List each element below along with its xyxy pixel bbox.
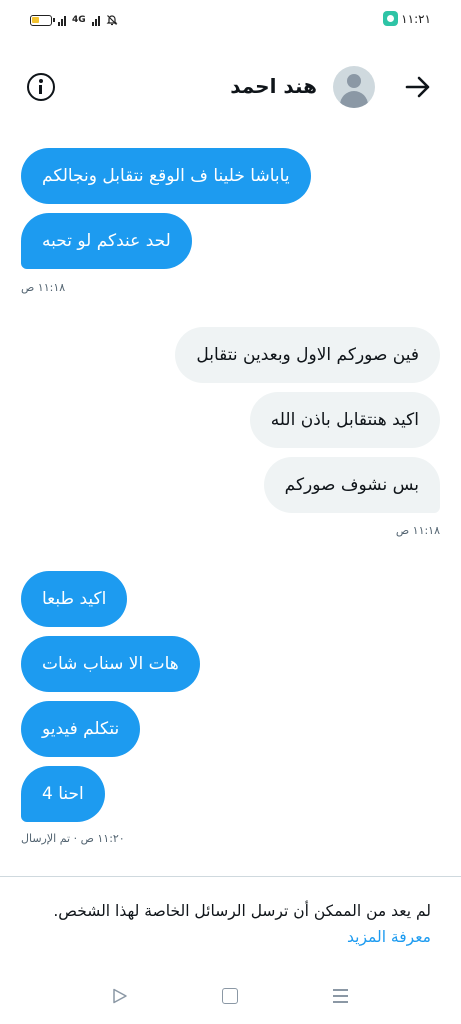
menu-lines-icon[interactable] bbox=[333, 988, 348, 1004]
message-bubble-sent[interactable]: هات الا سناب شات bbox=[21, 636, 200, 692]
message-bubble-received[interactable]: بس نشوف صوركم bbox=[263, 457, 440, 513]
message-timestamp: ١١:١٨ ص bbox=[395, 524, 440, 537]
message-timestamp: ١١:١٨ ص bbox=[21, 281, 66, 294]
message-bubble-sent[interactable]: نتكلم فيديو bbox=[21, 701, 141, 757]
message-bubble-received[interactable]: فين صوركم الاول وبعدين نتقابل bbox=[175, 327, 440, 383]
message-bubble-sent[interactable]: احنا 4 bbox=[21, 766, 105, 822]
message-bubble-sent[interactable]: لحد عندكم لو تحبه bbox=[21, 213, 192, 269]
signal-icon bbox=[58, 15, 66, 26]
message-timestamp-sent-status: ١١:٢٠ ص · تم الإرسال bbox=[21, 832, 125, 845]
message-bubble-received[interactable]: اكيد هنتقابل باذن الله bbox=[249, 392, 440, 448]
notification-app-icon bbox=[383, 11, 398, 26]
mute-bell-icon bbox=[106, 15, 118, 26]
status-icons: 4G bbox=[30, 12, 118, 28]
info-icon[interactable] bbox=[27, 73, 55, 101]
learn-more-link[interactable]: معرفة المزيد bbox=[347, 928, 431, 946]
triangle-back-icon[interactable] bbox=[112, 988, 128, 1004]
message-bubble-sent[interactable]: ياباشا خلينا ف الوقع نتقابل ونجالكم bbox=[21, 148, 311, 204]
arrow-right-icon[interactable] bbox=[405, 76, 431, 98]
signal-icon-2 bbox=[91, 15, 100, 26]
contact-name[interactable]: هند احمد bbox=[230, 74, 317, 98]
notice-text: لم يعد من الممكن أن ترسل الرسائل الخاصة … bbox=[53, 902, 431, 920]
network-type-label: 4G bbox=[72, 14, 86, 25]
square-home-icon[interactable] bbox=[222, 988, 238, 1004]
status-time: ١١:٢١ bbox=[401, 12, 431, 26]
divider bbox=[0, 876, 461, 877]
dm-disabled-notice: لم يعد من الممكن أن ترسل الرسائل الخاصة … bbox=[20, 898, 431, 950]
status-bar: 4G ١١:٢١ bbox=[0, 0, 461, 40]
message-bubble-sent[interactable]: اكيد طبعا bbox=[21, 571, 128, 627]
default-avatar-icon[interactable] bbox=[333, 66, 375, 108]
conversation-header: هند احمد bbox=[0, 60, 461, 116]
battery-icon bbox=[30, 14, 55, 26]
system-nav-bar bbox=[0, 980, 461, 1012]
